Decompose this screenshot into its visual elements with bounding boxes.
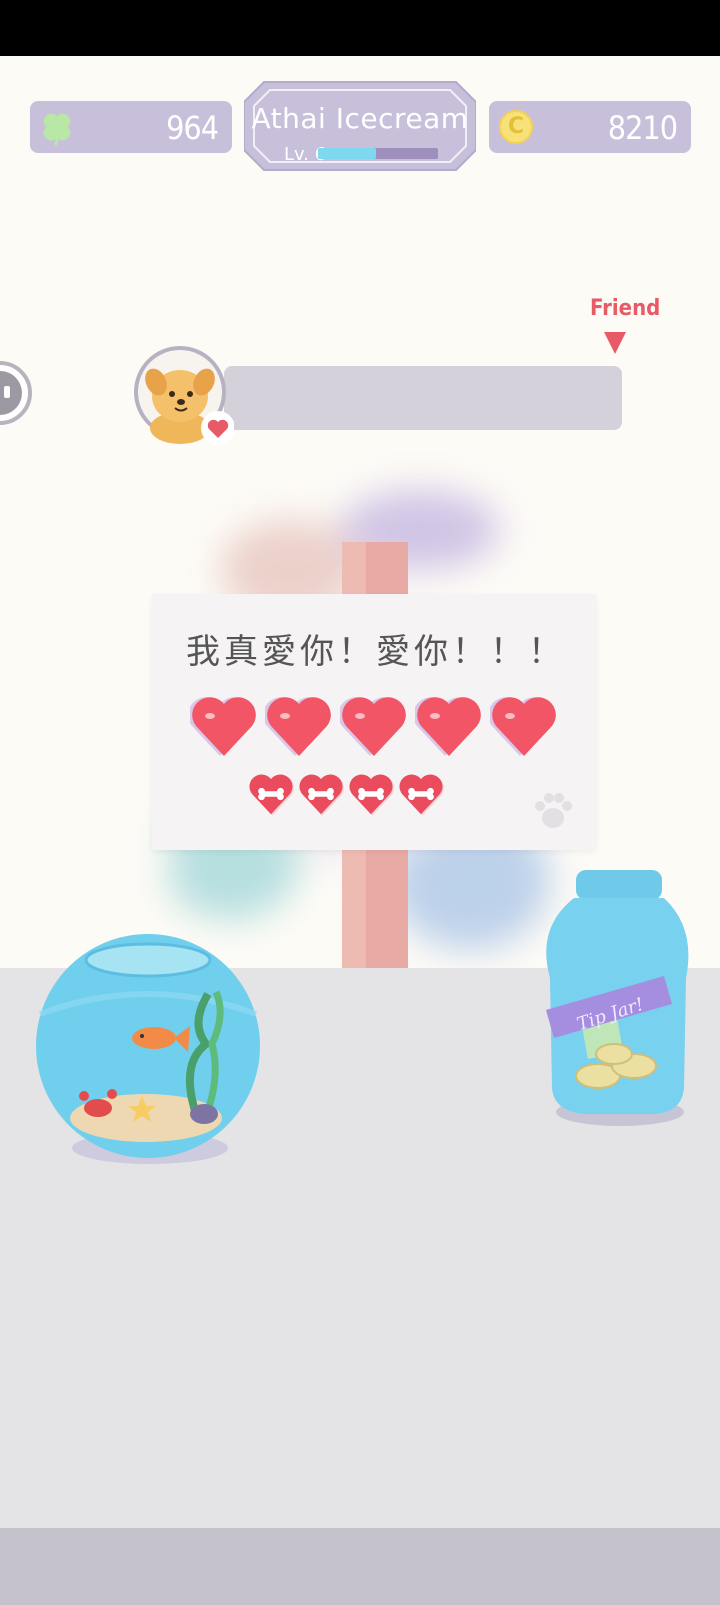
big-heart-icon (340, 697, 406, 756)
chat-button[interactable] (0, 360, 36, 426)
bone-heart-icon (249, 774, 294, 816)
friend-avatar[interactable] (134, 346, 234, 446)
bottom-bar (0, 1528, 720, 1605)
clover-count: 964 (166, 109, 219, 147)
coin-icon: C (499, 110, 533, 144)
player-name: Athai Icecream (251, 102, 469, 135)
xp-bar-fill (318, 148, 376, 159)
tip-jar[interactable] (546, 868, 690, 1130)
message-sign[interactable]: 我真愛你！愛你！！！ (152, 594, 596, 850)
coin-counter[interactable]: C 8210 (489, 101, 691, 153)
heart-icon (201, 411, 234, 445)
bone-heart-icon (399, 774, 444, 816)
paw-icon (535, 793, 572, 828)
big-heart-icon (190, 697, 256, 756)
clover-icon (43, 113, 71, 146)
big-heart-icon (490, 697, 556, 756)
friendship-bar (224, 366, 622, 430)
big-heart-icon (265, 697, 331, 756)
friend-label: Friend (590, 296, 661, 321)
big-heart-icon (415, 697, 481, 756)
xp-bar (318, 148, 438, 159)
player-name-plate[interactable]: Athai Icecream Lv. 6 (244, 78, 476, 174)
fishbowl[interactable] (30, 934, 268, 1166)
sign-message: 我真愛你！愛你！！！ (186, 632, 566, 672)
status-bar (0, 0, 720, 56)
bone-heart-icon (349, 774, 394, 816)
clover-counter[interactable]: 964 (30, 101, 232, 153)
bone-heart-icon (299, 774, 344, 816)
friend-marker-arrow (604, 332, 626, 354)
coin-count: 8210 (607, 109, 678, 147)
